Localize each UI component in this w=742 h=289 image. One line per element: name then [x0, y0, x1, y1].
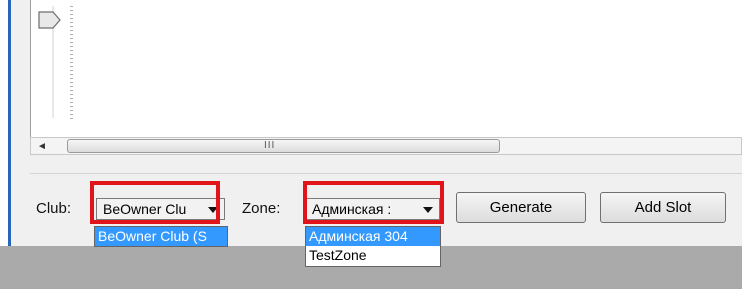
zoom-slider-thumb[interactable] [38, 10, 62, 30]
horizontal-scrollbar[interactable]: ◄ III [30, 137, 742, 155]
scrollbar-thumb[interactable]: III [67, 139, 500, 153]
club-dropdown-list[interactable]: BeOwner Club (S [94, 226, 228, 247]
scrollbar-grip: III [264, 140, 276, 151]
club-label: Club: [36, 200, 72, 217]
separator [30, 173, 742, 174]
generate-button[interactable]: Generate [456, 192, 586, 223]
dropdown-option[interactable]: Админская 304 [306, 227, 440, 246]
timeline-canvas [30, 0, 742, 138]
zoom-slider-ticks [70, 6, 73, 120]
dropdown-option[interactable]: TestZone [306, 246, 440, 265]
scroll-left-arrow-icon[interactable]: ◄ [37, 141, 47, 152]
highlight-box [303, 181, 444, 224]
add-slot-button[interactable]: Add Slot [600, 192, 726, 223]
highlight-box [90, 181, 220, 224]
zone-dropdown-list[interactable]: Админская 304 TestZone [305, 226, 441, 267]
zone-label: Zone: [242, 200, 281, 217]
dropdown-option[interactable]: BeOwner Club (S [95, 227, 227, 246]
